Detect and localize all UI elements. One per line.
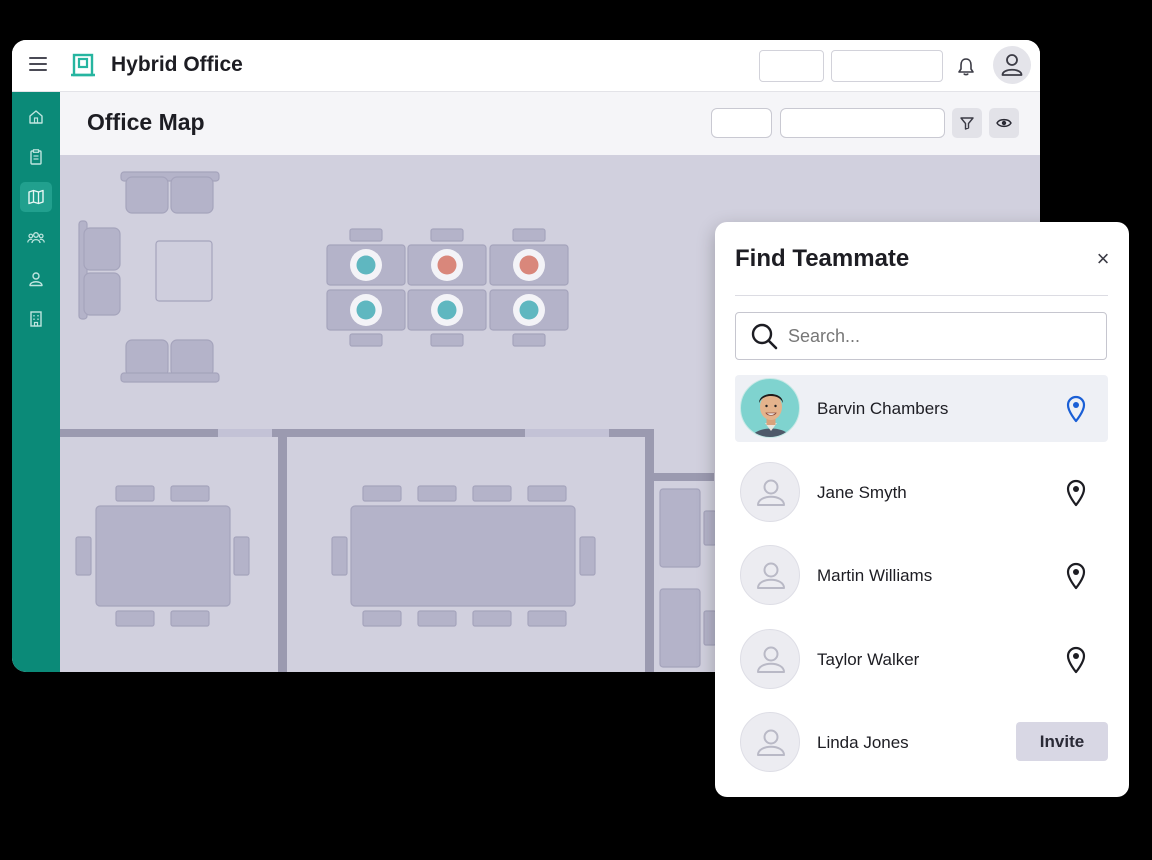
sidebar-item-bookings[interactable] xyxy=(20,142,52,172)
desk-occupied-marker[interactable] xyxy=(519,255,539,275)
toolbar-placeholder-field[interactable] xyxy=(831,50,943,82)
invite-button[interactable]: Invite xyxy=(1016,722,1108,761)
building-icon xyxy=(30,311,42,327)
find-teammate-panel: Find Teammate × Barvin Chambers xyxy=(715,222,1129,797)
sidebar-item-home[interactable] xyxy=(20,102,52,132)
clipboard-icon xyxy=(30,149,42,165)
sidebar-item-buildings[interactable] xyxy=(20,304,52,334)
map-search-field[interactable] xyxy=(780,108,945,138)
divider xyxy=(735,295,1108,296)
desk-available-marker[interactable] xyxy=(356,300,376,320)
search-icon xyxy=(751,323,778,350)
app-title: Hybrid Office xyxy=(111,53,243,76)
location-pin-icon[interactable] xyxy=(1065,562,1087,590)
location-pin-icon[interactable] xyxy=(1065,479,1087,507)
teammate-row[interactable]: Taylor Walker xyxy=(735,626,1108,693)
avatar xyxy=(740,545,800,605)
teammate-row[interactable]: Linda Jones Invite xyxy=(735,709,1108,776)
teammate-row[interactable]: Jane Smyth xyxy=(735,459,1108,526)
teammate-name: Jane Smyth xyxy=(817,483,907,502)
sidebar-item-profile[interactable] xyxy=(20,264,52,294)
teammate-name: Taylor Walker xyxy=(817,650,920,669)
teammate-row[interactable]: Martin Williams xyxy=(735,542,1108,609)
visibility-button[interactable] xyxy=(989,108,1019,138)
teammate-name: Martin Williams xyxy=(817,566,933,585)
sidebar xyxy=(12,92,60,672)
user-avatar-icon[interactable] xyxy=(993,46,1031,84)
default-avatar-icon xyxy=(757,729,785,756)
sidebar-item-map[interactable] xyxy=(20,182,52,212)
sidebar-item-teams[interactable] xyxy=(20,223,52,253)
desk-available-marker[interactable] xyxy=(437,300,457,320)
avatar xyxy=(740,462,800,522)
toolbar-placeholder-button[interactable] xyxy=(759,50,824,82)
default-avatar-icon xyxy=(757,562,785,589)
search-input[interactable] xyxy=(786,322,1090,350)
filter-button[interactable] xyxy=(952,108,982,138)
page-title: Office Map xyxy=(87,109,205,135)
location-pin-icon[interactable] xyxy=(1065,646,1087,674)
close-icon[interactable]: × xyxy=(1092,248,1114,270)
default-avatar-icon xyxy=(757,646,785,673)
menu-icon[interactable] xyxy=(29,57,47,73)
filter-icon xyxy=(960,117,974,130)
person-icon xyxy=(29,272,43,287)
teammate-name: Barvin Chambers xyxy=(817,399,949,418)
teammate-name: Linda Jones xyxy=(817,733,909,752)
desk-available-marker[interactable] xyxy=(519,300,539,320)
page-header: Office Map xyxy=(60,92,1040,155)
avatar xyxy=(740,712,800,772)
office-logo-icon xyxy=(71,53,95,77)
avatar xyxy=(740,629,800,689)
teammate-row[interactable]: Barvin Chambers xyxy=(735,375,1108,442)
search-box xyxy=(735,312,1107,360)
location-pin-icon[interactable] xyxy=(1065,395,1087,423)
group-icon xyxy=(27,232,45,244)
top-bar: Hybrid Office xyxy=(12,40,1040,92)
bell-icon[interactable] xyxy=(956,57,976,77)
home-icon xyxy=(29,110,43,124)
person-photo-icon xyxy=(751,394,791,437)
desk-available-marker[interactable] xyxy=(356,255,376,275)
desk-markers[interactable] xyxy=(350,249,545,326)
panel-title: Find Teammate xyxy=(735,245,910,272)
map-icon xyxy=(28,189,44,205)
default-avatar-icon xyxy=(757,479,785,506)
map-option-button[interactable] xyxy=(711,108,772,138)
avatar xyxy=(740,378,800,438)
desk-occupied-marker[interactable] xyxy=(437,255,457,275)
eye-icon xyxy=(996,118,1012,128)
